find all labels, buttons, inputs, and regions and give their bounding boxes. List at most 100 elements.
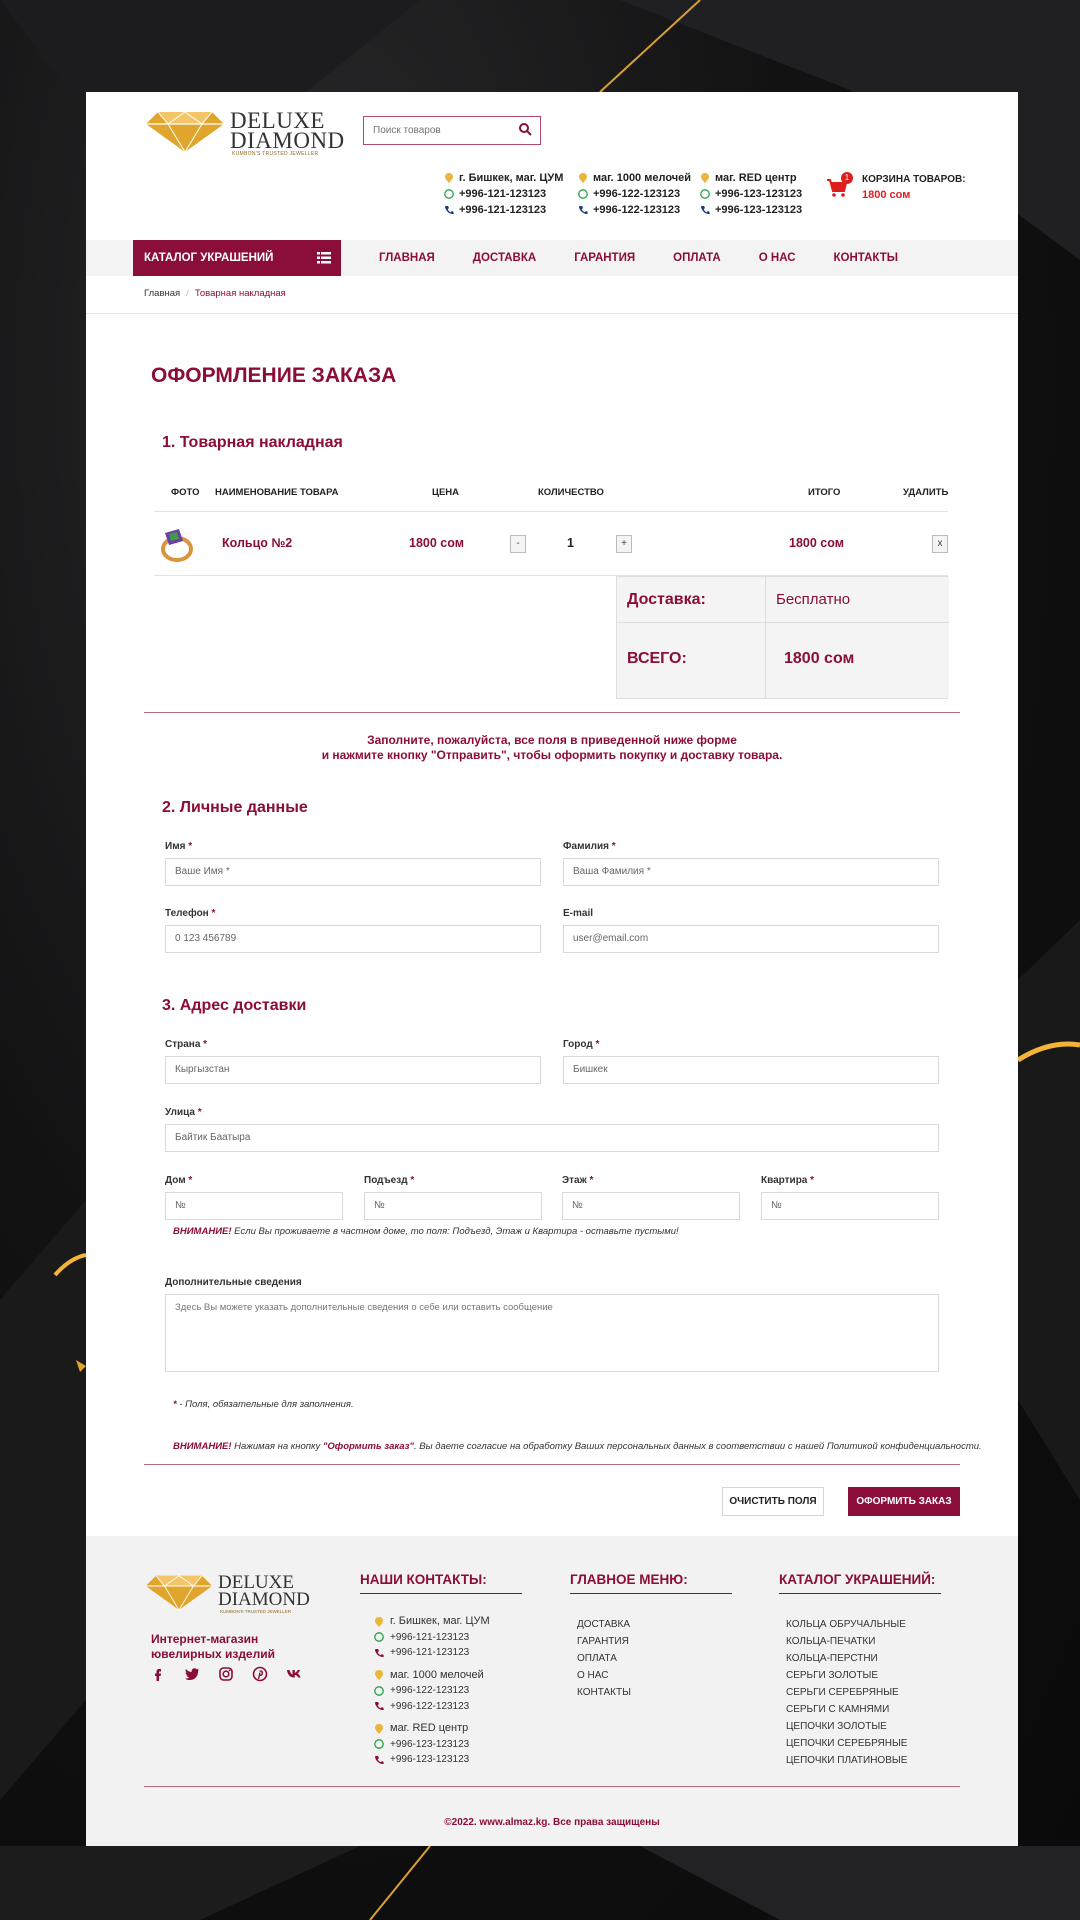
breadcrumb-home[interactable]: Главная	[144, 288, 180, 299]
catalog-menu-button[interactable]: КАТАЛОГ УКРАШЕНИЙ	[133, 240, 341, 276]
footer-menu-item[interactable]: ДОСТАВКА	[577, 1616, 631, 1633]
floor-label: Этаж *	[562, 1175, 593, 1186]
footer-catalog-item[interactable]: ЦЕПОЧКИ ЗОЛОТЫЕ	[786, 1718, 907, 1735]
store-contact-3: маг. RED центр +996-123-123123 +996-123-…	[700, 170, 802, 218]
store-contact-1: г. Бишкек, маг. ЦУМ +996-121-123123 +996…	[444, 170, 563, 218]
store-whatsapp[interactable]: +996-123-123123	[715, 186, 802, 202]
footer-menu-item[interactable]: ОПЛАТА	[577, 1650, 631, 1667]
page-container: DELUXE DIAMOND KUMBON'S TRUSTED JEWELLER…	[86, 92, 1018, 1846]
sum-value: 1800 сом	[784, 650, 855, 667]
floor-field[interactable]: №	[562, 1192, 740, 1220]
store-whatsapp[interactable]: +996-121-123123	[459, 186, 546, 202]
nav-link-delivery[interactable]: ДОСТАВКА	[454, 240, 555, 276]
nav-link-contacts[interactable]: КОНТАКТЫ	[815, 240, 917, 276]
search-icon[interactable]	[518, 122, 532, 136]
footer-menu-item[interactable]: О НАС	[577, 1667, 631, 1684]
breadcrumb-current: Товарная накладная	[194, 288, 286, 299]
footer-catalog-item[interactable]: ЦЕПОЧКИ СЕРЕБРЯНЫЕ	[786, 1735, 907, 1752]
footer-shop-text: Интернет-магазин ювелирных изделий	[151, 1632, 275, 1661]
first-name-field[interactable]: Ваше Имя *	[165, 858, 541, 886]
sum-label: ВСЕГО:	[627, 650, 687, 667]
footer-store-phone[interactable]: +996-123-123123	[390, 1752, 469, 1768]
store-contact-2: маг. 1000 мелочей +996-122-123123 +996-1…	[578, 170, 691, 218]
phone-field[interactable]: 0 123 456789	[165, 925, 541, 953]
product-name[interactable]: Кольцо №2	[222, 536, 292, 550]
consent-note: ВНИМАНИЕ! Нажимая на кнопку "Оформить за…	[173, 1441, 982, 1452]
search-input[interactable]	[373, 117, 513, 143]
required-note-text: - Поля, обязательные для заполнения.	[176, 1399, 354, 1410]
cart-widget[interactable]: 1 КОРЗИНА ТОВАРОВ: 1800 сом	[826, 172, 966, 212]
footer-catalog-item[interactable]: ЦЕПОЧКИ ПЛАТИНОВЫЕ	[786, 1752, 907, 1769]
qty-decrease-button[interactable]: -	[510, 535, 526, 553]
footer-menu-list: ДОСТАВКА ГАРАНТИЯ ОПЛАТА О НАС КОНТАКТЫ	[577, 1616, 631, 1701]
place-order-button[interactable]: ОФОРМИТЬ ЗАКАЗ	[848, 1487, 960, 1516]
facebook-icon[interactable]	[150, 1666, 166, 1682]
extra-info-textarea[interactable]: Здесь Вы можете указать дополнительные с…	[165, 1294, 939, 1372]
city-label: Город *	[563, 1039, 599, 1050]
footer-store-whatsapp[interactable]: +996-122-123123	[390, 1683, 469, 1699]
city-field[interactable]: Бишкек	[563, 1056, 939, 1084]
city-label-text: Город	[563, 1039, 593, 1050]
footer-catalog-item[interactable]: КОЛЬЦА-ПЕЧАТКИ	[786, 1633, 907, 1650]
cart-count-badge: 1	[841, 172, 853, 184]
street-label: Улица *	[165, 1107, 202, 1118]
twitter-icon[interactable]	[184, 1666, 200, 1682]
footer-catalog-item[interactable]: СЕРЬГИ ЗОЛОТЫЕ	[786, 1667, 907, 1684]
instagram-icon[interactable]	[218, 1666, 234, 1682]
qty-increase-button[interactable]: +	[616, 535, 632, 553]
house-label-text: Дом	[165, 1175, 186, 1186]
private-house-warning: ВНИМАНИЕ! Если Вы проживаете в частном д…	[173, 1226, 679, 1237]
nav-link-home[interactable]: ГЛАВНАЯ	[360, 240, 454, 276]
nav-link-about[interactable]: О НАС	[740, 240, 815, 276]
required-mark: *	[211, 908, 216, 919]
whatsapp-icon	[700, 189, 710, 199]
last-name-label-text: Фамилия	[563, 841, 609, 852]
store-phone[interactable]: +996-122-123123	[593, 202, 680, 218]
footer-store-phone[interactable]: +996-121-123123	[390, 1645, 469, 1661]
street-field[interactable]: Байтик Баатыра	[165, 1124, 939, 1152]
section-invoice-title: 1. Товарная накладная	[162, 434, 343, 451]
pinterest-icon[interactable]	[252, 1666, 268, 1682]
flat-field[interactable]: №	[761, 1192, 939, 1220]
footer-menu-item[interactable]: ГАРАНТИЯ	[577, 1633, 631, 1650]
entrance-field[interactable]: №	[364, 1192, 542, 1220]
vk-icon[interactable]	[286, 1666, 302, 1682]
delivery-label: Доставка:	[627, 591, 706, 608]
phone-icon	[579, 206, 588, 215]
footer-catalog-item[interactable]: СЕРЬГИ С КАМНЯМИ	[786, 1701, 907, 1718]
required-mark: *	[188, 841, 193, 852]
section-address-title: 3. Адрес доставки	[162, 997, 307, 1014]
footer-store-phone[interactable]: +996-122-123123	[390, 1699, 469, 1715]
house-field[interactable]: №	[165, 1192, 343, 1220]
section-divider	[144, 712, 960, 713]
nav-link-warranty[interactable]: ГАРАНТИЯ	[555, 240, 654, 276]
nav-links: ГЛАВНАЯ ДОСТАВКА ГАРАНТИЯ ОПЛАТА О НАС К…	[360, 240, 917, 276]
footer-menu-item[interactable]: КОНТАКТЫ	[577, 1684, 631, 1701]
footer-divider	[144, 1786, 960, 1787]
last-name-field[interactable]: Ваша Фамилия *	[563, 858, 939, 886]
whatsapp-icon	[374, 1685, 384, 1696]
footer-store-name: г. Бишкек, маг. ЦУМ	[390, 1615, 490, 1627]
footer-catalog-item[interactable]: КОЛЬЦА ОБРУЧАЛЬНЫЕ	[786, 1616, 907, 1633]
footer-store-whatsapp[interactable]: +996-121-123123	[390, 1630, 469, 1646]
nav-link-payment[interactable]: ОПЛАТА	[654, 240, 740, 276]
country-field[interactable]: Кыргызстан	[165, 1056, 541, 1084]
footer-catalog-item[interactable]: КОЛЬЦА-ПЕРСТНИ	[786, 1650, 907, 1667]
footer-catalog-item[interactable]: СЕРЬГИ СЕРЕБРЯНЫЕ	[786, 1684, 907, 1701]
store-phone[interactable]: +996-121-123123	[459, 202, 546, 218]
clear-fields-button[interactable]: ОЧИСТИТЬ ПОЛЯ	[722, 1487, 824, 1516]
site-logo[interactable]: DELUXE DIAMOND KUMBON'S TRUSTED JEWELLER	[144, 106, 354, 157]
delivery-value-cell: Бесплатно	[765, 577, 949, 623]
col-header-quantity: КОЛИЧЕСТВО	[538, 487, 604, 498]
floor-label-text: Этаж	[562, 1175, 587, 1186]
store-phone[interactable]: +996-123-123123	[715, 202, 802, 218]
whatsapp-icon	[578, 189, 588, 199]
remove-item-button[interactable]: x	[932, 535, 948, 553]
location-pin-icon	[375, 1616, 383, 1627]
email-field[interactable]: user@email.com	[563, 925, 939, 953]
delivery-label-cell: Доставка:	[617, 577, 765, 623]
footer-store-whatsapp[interactable]: +996-123-123123	[390, 1737, 469, 1753]
footer-logo[interactable]: DELUXE DIAMOND KUMBON'S TRUSTED JEWELLER	[144, 1572, 344, 1618]
email-label: E-mail	[563, 908, 594, 919]
store-whatsapp[interactable]: +996-122-123123	[593, 186, 680, 202]
